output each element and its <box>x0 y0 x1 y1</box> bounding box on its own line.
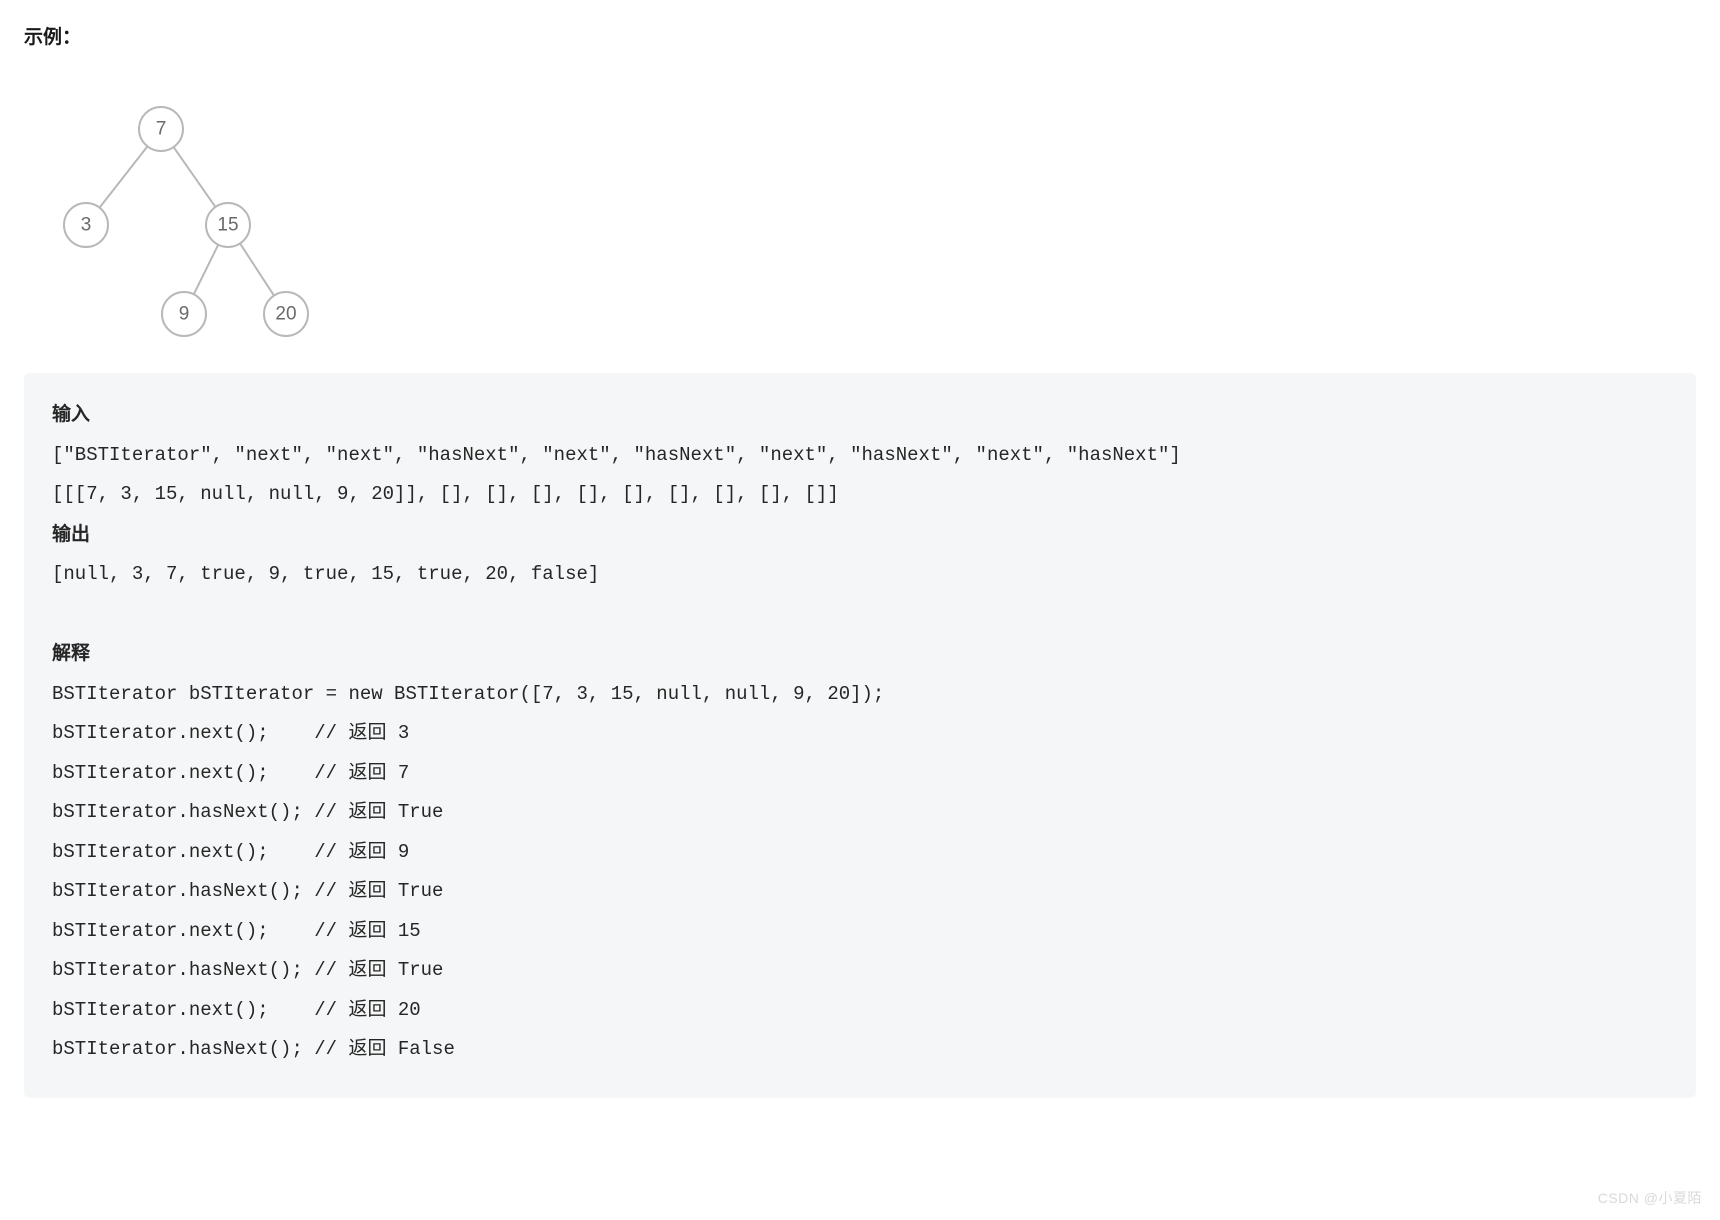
tree-edge <box>100 146 148 207</box>
code-explain-line: BSTIterator bSTIterator = new BSTIterato… <box>52 683 884 705</box>
tree-edge <box>240 243 274 295</box>
code-explain-line: bSTIterator.next(); // 返回 15 <box>52 920 421 942</box>
code-input-line: [[[7, 3, 15, null, null, 9, 20]], [], []… <box>52 483 839 505</box>
code-block: 输入 ["BSTIterator", "next", "next", "hasN… <box>24 373 1696 1098</box>
code-output-line: [null, 3, 7, true, 9, true, 15, true, 20… <box>52 563 599 585</box>
code-input-line: ["BSTIterator", "next", "next", "hasNext… <box>52 444 1181 466</box>
tree-svg: 7 3 15 9 20 <box>32 81 332 349</box>
tree-node-value: 3 <box>81 215 92 236</box>
code-input-label: 输入 <box>52 404 90 425</box>
code-explain-line: bSTIterator.hasNext(); // 返回 True <box>52 880 443 902</box>
tree-edge <box>174 147 216 207</box>
document-page: 示例： 7 3 15 9 20 输入 ["BSTIterator", "next", "… <box>0 0 1720 1122</box>
code-output-label: 输出 <box>52 524 90 545</box>
example-heading: 示例： <box>24 22 1696 49</box>
code-explain-line: bSTIterator.next(); // 返回 7 <box>52 762 409 784</box>
code-explain-line: bSTIterator.hasNext(); // 返回 True <box>52 801 443 823</box>
code-explain-line: bSTIterator.hasNext(); // 返回 True <box>52 959 443 981</box>
tree-node-value: 9 <box>179 304 190 325</box>
tree-node-value: 7 <box>156 119 167 140</box>
tree-diagram: 7 3 15 9 20 <box>32 81 1696 349</box>
tree-edge <box>194 245 219 295</box>
code-explain-line: bSTIterator.next(); // 返回 20 <box>52 999 421 1021</box>
code-explain-line: bSTIterator.next(); // 返回 3 <box>52 722 409 744</box>
code-explain-label: 解释 <box>52 643 90 664</box>
watermark-text: CSDN @小夏陌 <box>1598 1188 1702 1208</box>
code-explain-line: bSTIterator.next(); // 返回 9 <box>52 841 409 863</box>
code-explain-line: bSTIterator.hasNext(); // 返回 False <box>52 1038 455 1060</box>
tree-node-value: 15 <box>217 215 238 236</box>
tree-node-value: 20 <box>275 304 296 325</box>
